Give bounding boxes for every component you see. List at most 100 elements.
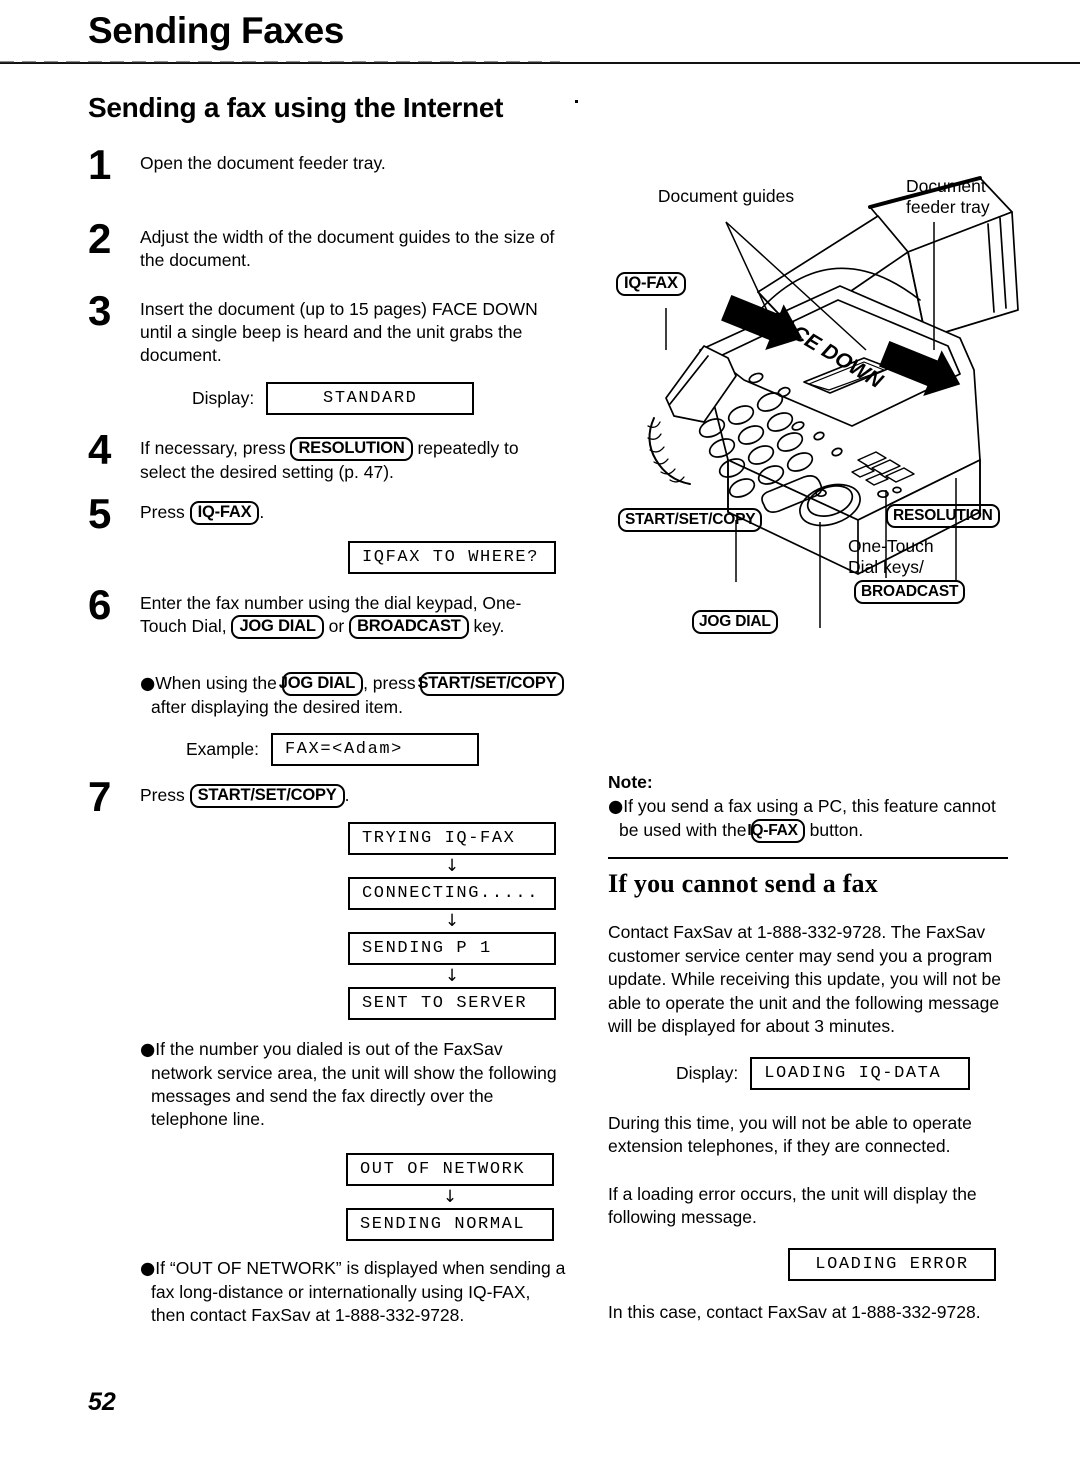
step-number: 5: [88, 490, 112, 537]
figure-key-iq-fax: IQ-FAX: [616, 272, 686, 296]
key-iq-fax[interactable]: IQ-FAX: [189, 501, 260, 525]
step-text-mid: or: [323, 616, 350, 636]
step-number: 4: [88, 426, 112, 473]
step-1: 1 Open the document feeder tray.: [88, 144, 568, 224]
key-resolution[interactable]: RESOLUTION: [290, 437, 413, 461]
cannot-send-para-4: In this case, contact FaxSav at 1-888-33…: [608, 1301, 981, 1322]
step-text: Press IQ-FAX.: [140, 501, 568, 525]
step-text: Insert the document (up to 15 pages) FAC…: [140, 299, 538, 365]
key-start-set-copy[interactable]: START/SET/COPY: [417, 672, 565, 696]
step-number: 3: [88, 287, 112, 334]
key-jog-dial[interactable]: JOG DIAL: [692, 610, 778, 634]
loading-display-row: Display: LOADING IQ-DATA: [676, 1056, 1008, 1090]
step-text: Open the document feeder tray.: [140, 153, 386, 173]
cannot-send-para-3: If a loading error occurs, the unit will…: [608, 1183, 977, 1228]
out-of-network-bullet: ●If the number you dialed is out of the …: [140, 1038, 568, 1131]
right-column: Note: ●If you send a fax using a PC, thi…: [608, 772, 1008, 1324]
cannot-send-para-1: Contact FaxSav at 1-888-332-9728. The Fa…: [608, 922, 1002, 1036]
sequence-arrow: ↓: [346, 1186, 554, 1208]
step-text-after: .: [259, 502, 265, 522]
display-label: Display:: [192, 388, 255, 408]
bullet-mid: , press: [363, 673, 421, 693]
key-start-set-copy[interactable]: START/SET/COPY: [189, 784, 345, 808]
arrow-down-icon: ↓: [442, 1186, 458, 1207]
step-text: Adjust the width of the document guides …: [140, 227, 555, 270]
note-text: ●If you send a fax using a PC, this feat…: [608, 795, 1008, 843]
manual-page: Sending Faxes Sending a fax using the In…: [0, 0, 1080, 1462]
step-3: 3 Insert the document (up to 15 pages) F…: [88, 290, 568, 376]
left-column: 1 Open the document feeder tray. 2 Adjus…: [88, 144, 568, 1327]
section-divider: [608, 857, 1008, 859]
step-6: 6 Enter the fax number using the dial ke…: [88, 584, 568, 670]
step-number: 2: [88, 215, 112, 262]
step-2: 2 Adjust the width of the document guide…: [88, 218, 568, 296]
example-label: Example:: [186, 739, 259, 759]
step-text: Press START/SET/COPY.: [140, 784, 568, 808]
lcd-iqfax-to-where: IQFAX TO WHERE?: [348, 541, 556, 574]
step-text: Enter the fax number using the dial keyp…: [140, 592, 568, 639]
key-resolution[interactable]: RESOLUTION: [886, 504, 1000, 528]
key-iq-fax[interactable]: IQ-FAX: [616, 272, 686, 296]
step-4: 4 If necessary, press RESOLUTION repeate…: [88, 429, 568, 499]
lcd-loading-error: LOADING ERROR: [788, 1247, 996, 1281]
label-one-touch-dial-keys: One-Touch Dial keys/: [848, 536, 934, 578]
step-5: 5 Press IQ-FAX.: [88, 493, 568, 535]
bullet-dot: ●: [140, 674, 156, 694]
page-number: 52: [88, 1388, 116, 1416]
note-after: button.: [804, 820, 864, 840]
arrow-down-icon: ↓: [444, 855, 460, 876]
step-number: 6: [88, 581, 112, 628]
feeder-tray-line-2: feeder tray: [906, 197, 990, 217]
step-text-before: Press: [140, 502, 190, 522]
chapter-title: Sending Faxes: [88, 10, 344, 51]
lcd-sending-normal: SENDING NORMAL: [346, 1208, 554, 1241]
step-6-bullet: ●When using the JOG DIAL, press START/SE…: [140, 672, 568, 719]
lcd-out-of-network: OUT OF NETWORK: [346, 1153, 554, 1186]
scan-artifact-dot: [575, 100, 578, 103]
step-number: 1: [88, 141, 112, 188]
key-broadcast[interactable]: BROADCAST: [349, 615, 469, 639]
step-7-sequence: TRYING IQ-FAX ↓ CONNECTING..... ↓ SENDIN…: [348, 822, 568, 1020]
key-iq-fax[interactable]: IQ-FAX: [747, 819, 805, 843]
label-document-feeder-tray: Document feeder tray: [906, 176, 990, 218]
lcd-trying-iq-fax: TRYING IQ-FAX: [348, 822, 556, 855]
step-text-after: .: [344, 785, 350, 805]
bullet-dot: ●: [140, 1259, 156, 1279]
cannot-send-heading: If you cannot send a fax: [608, 869, 878, 898]
lcd-sending-p1: SENDING P 1: [348, 932, 556, 965]
figure-callouts: START/SET/COPY RESOLUTION One-Touch Dial…: [608, 500, 1020, 640]
bullet-text: If the number you dialed is out of the F…: [151, 1039, 557, 1129]
sequence-arrow: ↓: [348, 910, 556, 932]
section-title: Sending a fax using the Internet: [88, 92, 504, 123]
key-broadcast[interactable]: BROADCAST: [854, 580, 966, 604]
lcd-connecting: CONNECTING.....: [348, 877, 556, 910]
bullet-after: after displaying the desired item.: [151, 697, 403, 717]
out-of-network-bullet-2: ●If “OUT OF NETWORK” is displayed when s…: [140, 1257, 568, 1327]
step-text-before: Press: [140, 785, 190, 805]
bullet-dot: ●: [608, 797, 624, 817]
label-document-guides: Document guides: [657, 186, 795, 206]
sequence-arrow: ↓: [348, 965, 556, 987]
step-text: If necessary, press RESOLUTION repeatedl…: [140, 437, 568, 484]
key-start-set-copy[interactable]: START/SET/COPY: [618, 508, 763, 532]
key-jog-dial[interactable]: JOG DIAL: [279, 672, 364, 696]
bullet-dot: ●: [140, 1040, 156, 1060]
bullet-before: When using the: [155, 673, 282, 693]
bullet-text: If “OUT OF NETWORK” is displayed when se…: [151, 1258, 566, 1325]
step-6-example-row: Example: FAX=<Adam>: [186, 733, 568, 766]
step-text-after: key.: [468, 616, 505, 636]
display-label: Display:: [676, 1062, 739, 1083]
one-touch-line-2: Dial keys/: [848, 557, 924, 577]
header-divider: [0, 61, 1080, 64]
note-label: Note:: [608, 772, 653, 792]
cannot-send-para-2: During this time, you will not be able t…: [608, 1112, 972, 1157]
key-jog-dial[interactable]: JOG DIAL: [231, 615, 324, 639]
lcd-sent-to-server: SENT TO SERVER: [348, 987, 556, 1020]
step-number: 7: [88, 773, 112, 820]
step-7: 7 Press START/SET/COPY.: [88, 776, 568, 818]
arrow-down-icon: ↓: [444, 910, 460, 931]
sequence-arrow: ↓: [348, 855, 556, 877]
step-text-before: If necessary, press: [140, 438, 291, 458]
out-of-network-sequence: OUT OF NETWORK ↓ SENDING NORMAL: [346, 1153, 568, 1241]
lcd-fax-adam: FAX=<Adam>: [270, 733, 479, 766]
